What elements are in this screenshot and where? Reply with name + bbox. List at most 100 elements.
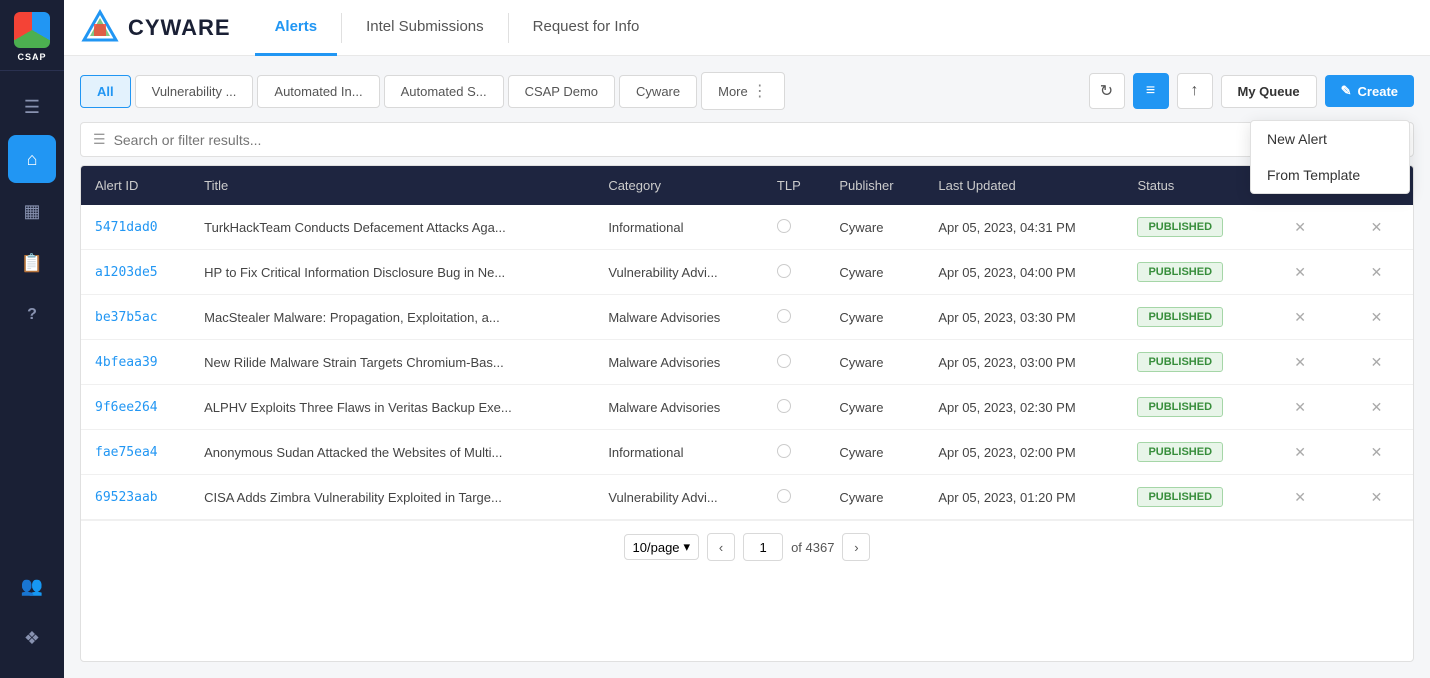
email-x-icon[interactable]: ✕ xyxy=(1371,354,1383,370)
alert-id-link[interactable]: fae75ea4 xyxy=(95,445,158,460)
alert-id-link[interactable]: 69523aab xyxy=(95,490,158,505)
col-tlp: TLP xyxy=(763,166,825,205)
status-badge: PUBLISHED xyxy=(1137,352,1223,372)
cell-email[interactable]: ✕ xyxy=(1340,340,1413,385)
mobile-x-icon[interactable]: ✕ xyxy=(1294,219,1306,235)
tlp-circle xyxy=(777,354,791,368)
cell-mobile[interactable]: ✕ xyxy=(1260,475,1340,520)
email-x-icon[interactable]: ✕ xyxy=(1371,489,1383,505)
alert-id-link[interactable]: be37b5ac xyxy=(95,310,158,325)
email-x-icon[interactable]: ✕ xyxy=(1371,399,1383,415)
sidebar-item-users[interactable]: 👥 xyxy=(8,562,56,610)
alert-id-link[interactable]: 5471dad0 xyxy=(95,220,158,235)
cell-email[interactable]: ✕ xyxy=(1340,430,1413,475)
filter-tab-csap-demo[interactable]: CSAP Demo xyxy=(508,75,615,108)
cell-email[interactable]: ✕ xyxy=(1340,295,1413,340)
cell-category: Informational xyxy=(594,430,763,475)
cell-status: PUBLISHED xyxy=(1123,250,1260,295)
cell-last-updated: Apr 05, 2023, 03:00 PM xyxy=(924,340,1123,385)
sidebar-logo: CSAP xyxy=(0,0,64,71)
cell-mobile[interactable]: ✕ xyxy=(1260,385,1340,430)
email-x-icon[interactable]: ✕ xyxy=(1371,219,1383,235)
cell-tlp xyxy=(763,340,825,385)
mobile-x-icon[interactable]: ✕ xyxy=(1294,354,1306,370)
cell-mobile[interactable]: ✕ xyxy=(1260,430,1340,475)
cell-email[interactable]: ✕ xyxy=(1340,385,1413,430)
cell-tlp xyxy=(763,250,825,295)
table-row: 9f6ee264 ALPHV Exploits Three Flaws in V… xyxy=(81,385,1413,430)
dropdown-new-alert[interactable]: New Alert xyxy=(1251,121,1409,157)
cell-publisher: Cyware xyxy=(825,385,924,430)
cell-category: Malware Advisories xyxy=(594,385,763,430)
filter-tab-vulnerability[interactable]: Vulnerability ... xyxy=(135,75,254,108)
table-row: 5471dad0 TurkHackTeam Conducts Defacemen… xyxy=(81,205,1413,250)
alert-id-link[interactable]: a1203de5 xyxy=(95,265,158,280)
filter-tab-more[interactable]: More ⋮ xyxy=(701,72,785,110)
prev-page-button[interactable]: ‹ xyxy=(707,533,735,561)
export-button[interactable]: ↑ xyxy=(1177,73,1213,109)
sidebar-item-cyware[interactable]: ❖ xyxy=(8,614,56,662)
cell-email[interactable]: ✕ xyxy=(1340,250,1413,295)
mobile-x-icon[interactable]: ✕ xyxy=(1294,489,1306,505)
alert-id-link[interactable]: 4bfeaa39 xyxy=(95,355,158,370)
cell-tlp xyxy=(763,430,825,475)
cell-alert-id: fae75ea4 xyxy=(81,430,190,475)
mobile-x-icon[interactable]: ✕ xyxy=(1294,309,1306,325)
my-queue-button[interactable]: My Queue xyxy=(1221,75,1317,108)
cell-mobile[interactable]: ✕ xyxy=(1260,295,1340,340)
chevron-down-icon: ▾ xyxy=(684,539,691,555)
sidebar-item-home[interactable]: ⌂ xyxy=(8,135,56,183)
pagination: 10/page ▾ ‹ of 4367 › xyxy=(81,520,1413,573)
page-number-input[interactable] xyxy=(743,533,783,561)
cell-title: TurkHackTeam Conducts Defacement Attacks… xyxy=(190,205,594,250)
cell-last-updated: Apr 05, 2023, 03:30 PM xyxy=(924,295,1123,340)
nav-tab-intel-submissions[interactable]: Intel Submissions xyxy=(346,0,504,56)
cell-email[interactable]: ✕ xyxy=(1340,205,1413,250)
cell-last-updated: Apr 05, 2023, 01:20 PM xyxy=(924,475,1123,520)
sidebar-item-dashboard[interactable]: ▦ xyxy=(8,187,56,235)
cell-title: Anonymous Sudan Attacked the Websites of… xyxy=(190,430,594,475)
dropdown-from-template[interactable]: From Template xyxy=(1251,157,1409,193)
filter-tab-cyware[interactable]: Cyware xyxy=(619,75,697,108)
page-size-selector[interactable]: 10/page ▾ xyxy=(624,534,700,560)
cell-mobile[interactable]: ✕ xyxy=(1260,340,1340,385)
next-page-button[interactable]: › xyxy=(842,533,870,561)
cell-email[interactable]: ✕ xyxy=(1340,475,1413,520)
cell-alert-id: a1203de5 xyxy=(81,250,190,295)
cell-alert-id: 4bfeaa39 xyxy=(81,340,190,385)
mobile-x-icon[interactable]: ✕ xyxy=(1294,264,1306,280)
refresh-icon: ↻ xyxy=(1100,81,1113,101)
cell-publisher: Cyware xyxy=(825,475,924,520)
status-badge: PUBLISHED xyxy=(1137,307,1223,327)
status-badge: PUBLISHED xyxy=(1137,217,1223,237)
filter-tab-automated-in[interactable]: Automated In... xyxy=(257,75,379,108)
refresh-button[interactable]: ↻ xyxy=(1089,73,1125,109)
filter-tab-all[interactable]: All xyxy=(80,75,131,108)
sidebar-item-reports[interactable]: 📋 xyxy=(8,239,56,287)
tlp-circle xyxy=(777,399,791,413)
sidebar-item-menu[interactable]: ☰ xyxy=(8,83,56,131)
cell-mobile[interactable]: ✕ xyxy=(1260,250,1340,295)
list-view-button[interactable]: ≡ xyxy=(1133,73,1169,109)
search-bar: ☰ xyxy=(80,122,1414,157)
create-button[interactable]: ✎ Create xyxy=(1325,75,1414,107)
status-badge: PUBLISHED xyxy=(1137,397,1223,417)
nav-tab-request-for-info[interactable]: Request for Info xyxy=(513,0,660,56)
cell-status: PUBLISHED xyxy=(1123,205,1260,250)
search-input[interactable] xyxy=(114,132,1401,148)
table-row: 69523aab CISA Adds Zimbra Vulnerability … xyxy=(81,475,1413,520)
filter-tab-automated-s[interactable]: Automated S... xyxy=(384,75,504,108)
email-x-icon[interactable]: ✕ xyxy=(1371,309,1383,325)
sidebar-item-help[interactable]: ? xyxy=(8,291,56,339)
top-navigation: CYWARE Alerts Intel Submissions Request … xyxy=(64,0,1430,56)
email-x-icon[interactable]: ✕ xyxy=(1371,444,1383,460)
cell-title: HP to Fix Critical Information Disclosur… xyxy=(190,250,594,295)
alert-id-link[interactable]: 9f6ee264 xyxy=(95,400,158,415)
mobile-x-icon[interactable]: ✕ xyxy=(1294,399,1306,415)
email-x-icon[interactable]: ✕ xyxy=(1371,264,1383,280)
mobile-x-icon[interactable]: ✕ xyxy=(1294,444,1306,460)
tlp-circle xyxy=(777,219,791,233)
users-icon: 👥 xyxy=(21,576,43,597)
nav-tab-alerts[interactable]: Alerts xyxy=(255,0,338,56)
cell-mobile[interactable]: ✕ xyxy=(1260,205,1340,250)
